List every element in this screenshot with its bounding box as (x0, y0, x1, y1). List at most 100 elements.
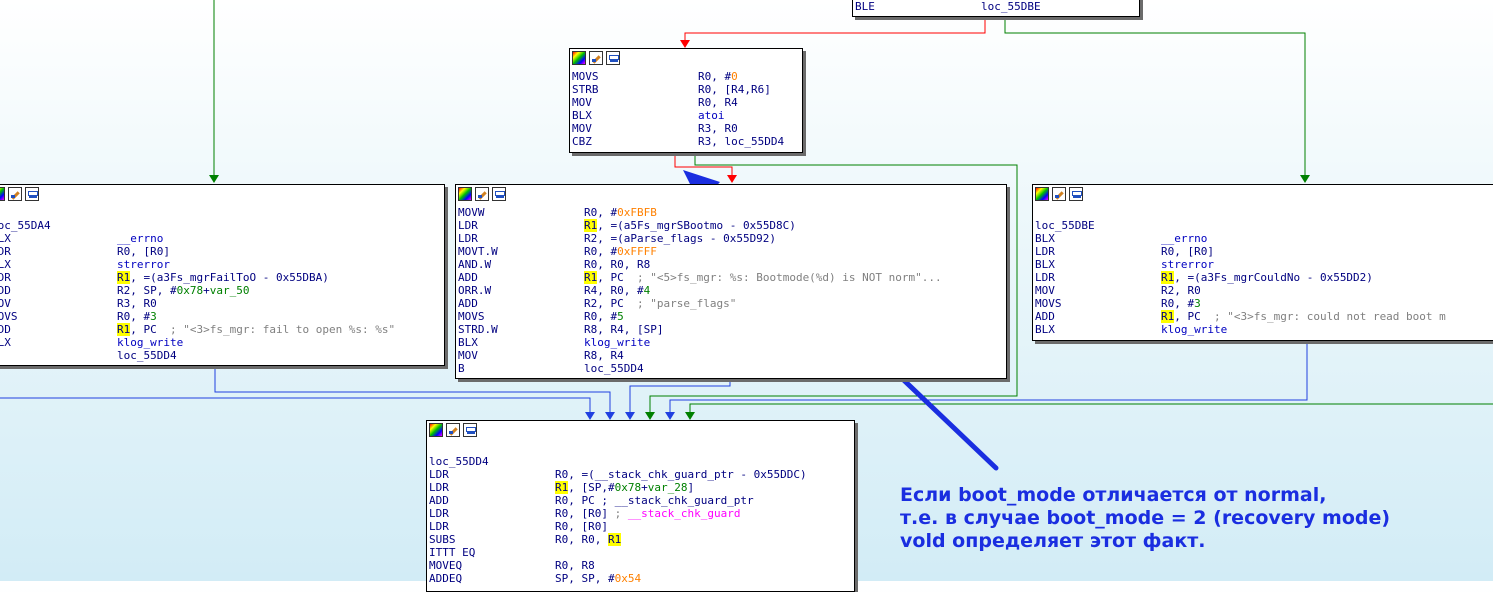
code-line[interactable] (0, 206, 395, 219)
code-block-loc-55DA4[interactable]: loc_55DA4BLX__errnoLDRR0, [R0]BLXstrerro… (0, 184, 445, 366)
highlighted-register[interactable]: R1 (117, 271, 131, 284)
code-line[interactable]: ORR.W R4, R0, #4 (458, 284, 942, 297)
code-line[interactable]: MOVT.W R0, #0xFFFF (458, 245, 942, 258)
code-line[interactable]: ADD R2, SP, #0x78+var_50 (0, 284, 395, 297)
node-graph-icon[interactable] (1069, 187, 1083, 201)
code-line[interactable]: LDR R1, =(a3Fs_mgrCouldNo - 0x55DD2) (1035, 271, 1446, 284)
node-colors-icon[interactable] (572, 51, 586, 65)
node-rename-icon[interactable] (1052, 187, 1066, 201)
code-line[interactable]: BLX klog_write (458, 336, 942, 349)
code-line[interactable]: MOVS R0, #0 (572, 70, 784, 83)
code-line[interactable]: LDR R1, [SP,#0x78+var_28] (429, 481, 807, 494)
node-rename-icon[interactable] (8, 187, 22, 201)
code-line[interactable] (429, 442, 807, 455)
highlighted-register[interactable]: R1 (1161, 310, 1175, 323)
mnemonic: SUBS (429, 533, 456, 546)
node-graph-icon[interactable] (492, 187, 506, 201)
code-line[interactable]: ITTT EQ (429, 546, 807, 559)
node-colors-icon[interactable] (429, 423, 443, 437)
code-block-ble[interactable]: BLE loc_55DBE (852, 0, 1140, 17)
code-line[interactable]: AND.W R0, R0, R8 (458, 258, 942, 271)
node-colors-icon[interactable] (0, 187, 5, 201)
code-line[interactable]: MOVS R0, #5 (458, 310, 942, 323)
code-line[interactable]: loc_55DA4 (0, 219, 395, 232)
code-line[interactable]: BLX strerror (0, 258, 395, 271)
code-label[interactable]: loc_55DBE (1035, 219, 1095, 232)
symbol-reference[interactable]: strerror (117, 258, 170, 271)
code-line[interactable]: loc_55DD4 (429, 455, 807, 468)
highlighted-register[interactable]: R1 (1161, 271, 1175, 284)
symbol-reference[interactable]: klog_write (1161, 323, 1227, 336)
symbol-reference[interactable]: klog_write (117, 336, 183, 349)
code-line[interactable]: ADD R2, PC ; "parse_flags" (458, 297, 942, 310)
code-line[interactable]: LDR R0, =(__stack_chk_guard_ptr - 0x55DDC… (429, 468, 807, 481)
symbol-reference[interactable]: strerror (1161, 258, 1214, 271)
code-line[interactable]: MOVS R0, #3 (1035, 297, 1446, 310)
code-line[interactable]: Bloc_55DD4 (0, 349, 395, 362)
node-graph-icon[interactable] (463, 423, 477, 437)
code-line[interactable]: SUBS R0, R0, R1 (429, 533, 807, 546)
code-line[interactable]: ADD R1, PC ; "<5>fs_mgr: %s: Bootmode(%d)… (458, 271, 942, 284)
symbol-reference[interactable]: atoi (698, 109, 725, 122)
operand: loc_55DD4 (584, 362, 644, 375)
code-line[interactable]: MOV R3, R0 (0, 297, 395, 310)
code-line[interactable]: MOVS R0, #3 (0, 310, 395, 323)
code-block-loc-55DBE[interactable]: loc_55DBE BLX __errno LDR R0, [R0] BLX strerro… (1032, 184, 1493, 341)
node-rename-icon[interactable] (475, 187, 489, 201)
node-rename-icon[interactable] (446, 423, 460, 437)
code-line[interactable]: MOV R0, R4 (572, 96, 784, 109)
code-line[interactable]: STRD.W R8, R4, [SP] (458, 323, 942, 336)
symbol-reference[interactable]: __errno (117, 232, 163, 245)
code-line[interactable]: LDR R0, [R0] (1035, 245, 1446, 258)
node-colors-icon[interactable] (1035, 187, 1049, 201)
code-line[interactable]: Bloc_55DD4 (458, 362, 942, 375)
node-rename-icon[interactable] (589, 51, 603, 65)
annotation-text: Если boot_mode отличается от normal, т.е… (900, 484, 1390, 553)
code-line[interactable]: CBZ R3, loc_55DD4 (572, 135, 784, 148)
code-line[interactable]: BLX klog_write (1035, 323, 1446, 336)
code-line[interactable]: MOV R2, R0 (1035, 284, 1446, 297)
code-line[interactable]: ADDEQ SP, SP, #0x54 (429, 572, 807, 585)
symbol-reference[interactable]: klog_write (584, 336, 650, 349)
highlighted-register[interactable]: R1 (584, 271, 598, 284)
highlighted-register[interactable]: R1 (117, 323, 131, 336)
code-block-bootmode-log[interactable]: MOVW R0, #0xFBFB LDR R1, =(a5Fs_mgrSBootmo … (455, 184, 1007, 379)
highlighted-register[interactable]: R1 (555, 481, 569, 494)
code-line[interactable]: ADD R1, PC ; "<3>fs_mgr: fail to open %s:… (0, 323, 395, 336)
mnemonic: ADD (0, 323, 11, 336)
code-line[interactable]: BLX atoi (572, 109, 784, 122)
code-label[interactable]: loc_55DD4 (429, 455, 489, 468)
code-line[interactable]: BLX klog_write (0, 336, 395, 349)
code-line[interactable]: LDR R0, [R0] (429, 520, 807, 533)
code-line[interactable]: STRB R0, [R4,R6] (572, 83, 784, 96)
code-line[interactable]: MOV R3, R0 (572, 122, 784, 135)
code-line[interactable]: LDR R1, =(a5Fs_mgrSBootmo - 0x55D8C) (458, 219, 942, 232)
code-line[interactable]: BLE loc_55DBE (855, 0, 1041, 13)
symbol-reference[interactable]: __errno (1161, 232, 1207, 245)
code-line[interactable]: BLX __errno (0, 232, 395, 245)
highlighted-register[interactable]: R1 (584, 219, 598, 232)
mnemonic: MOVS (458, 310, 485, 323)
code-line[interactable]: loc_55DBE (1035, 219, 1446, 232)
code-line[interactable]: LDR R0, [R0] (0, 245, 395, 258)
operand: R0, # (698, 70, 732, 83)
code-line[interactable]: LDR R0, [R0] ; __stack_chk_guard (429, 507, 807, 520)
code-line[interactable]: LDR R2, =(aParse_flags - 0x55D92) (458, 232, 942, 245)
comment: ; (614, 507, 628, 520)
code-label[interactable]: loc_55DA4 (0, 219, 51, 232)
code-line[interactable] (1035, 206, 1446, 219)
node-colors-icon[interactable] (458, 187, 472, 201)
code-line[interactable]: MOVW R0, #0xFBFB (458, 206, 942, 219)
code-block-loc-55DD4[interactable]: loc_55DD4 LDR R0, =(__stack_chk_guard_ptr … (426, 420, 855, 592)
highlighted-register[interactable]: R1 (607, 533, 622, 546)
code-line[interactable]: BLX strerror (1035, 258, 1446, 271)
node-graph-icon[interactable] (25, 187, 39, 201)
code-line[interactable]: MOV R8, R4 (458, 349, 942, 362)
code-line[interactable]: ADD R0, PC ; __stack_chk_guard_ptr (429, 494, 807, 507)
code-block-atoi[interactable]: MOVS R0, #0 STRB R0, [R4,R6] MOV R0, R4 BLX ato… (569, 48, 803, 153)
node-graph-icon[interactable] (606, 51, 620, 65)
code-line[interactable]: BLX __errno (1035, 232, 1446, 245)
code-line[interactable]: LDR R1, =(a3Fs_mgrFailToO - 0x55DBA) (0, 271, 395, 284)
code-line[interactable]: MOVEQ R0, R8 (429, 559, 807, 572)
code-line[interactable]: ADD R1, PC ; "<3>fs_mgr: could not read b… (1035, 310, 1446, 323)
